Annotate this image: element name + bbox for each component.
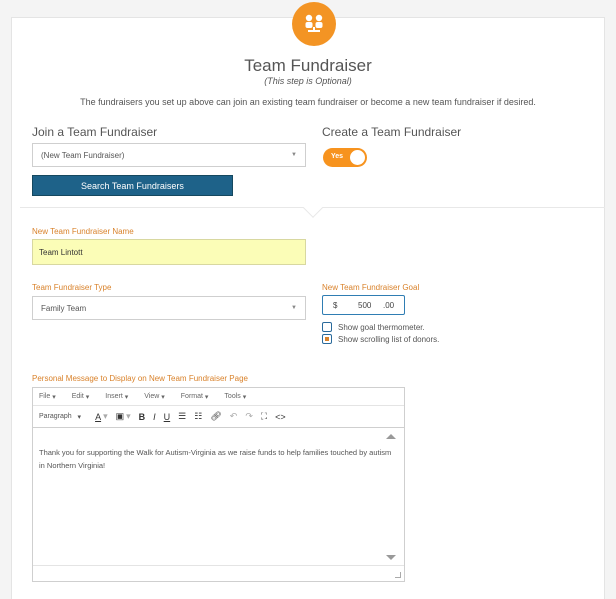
team-goal-label: New Team Fundraiser Goal [322, 283, 420, 292]
rich-text-editor[interactable]: File ▾ Edit ▾ Insert ▾ View ▾ Format ▾ T… [32, 387, 405, 582]
bold-icon[interactable]: B [139, 412, 146, 422]
team-goal-input[interactable]: $ 500 .00 [322, 295, 405, 315]
resize-handle-icon[interactable] [395, 572, 401, 578]
underline-icon[interactable]: U [164, 412, 171, 422]
text-color-icon[interactable]: A [95, 412, 101, 422]
team-name-input[interactable]: Team Lintott [32, 239, 306, 265]
editor-content[interactable]: Thank you for supporting the Walk for Au… [33, 428, 404, 566]
menu-edit[interactable]: Edit ▾ [72, 393, 90, 401]
show-donors-label: Show scrolling list of donors. [338, 335, 440, 344]
redo-icon[interactable]: ↷ [245, 411, 253, 422]
menu-insert[interactable]: Insert ▾ [105, 393, 128, 401]
goal-amount: 500 [358, 301, 372, 310]
chevron-down-icon: ▼ [291, 305, 297, 311]
goal-cents: .00 [383, 301, 395, 310]
team-name-label: New Team Fundraiser Name [32, 227, 134, 236]
create-team-toggle[interactable]: Yes [323, 148, 367, 167]
join-team-heading: Join a Team Fundraiser [32, 125, 158, 139]
show-donors-checkbox[interactable] [322, 334, 332, 344]
menu-format[interactable]: Format ▾ [181, 393, 209, 401]
toggle-knob [350, 150, 365, 165]
team-people-icon [305, 14, 323, 32]
editor-menubar: File ▾ Edit ▾ Insert ▾ View ▾ Format ▾ T… [33, 388, 404, 406]
chevron-down-icon[interactable]: ▾ [103, 411, 108, 422]
bullet-list-icon[interactable]: ☰ [178, 411, 186, 422]
page-title: Team Fundraiser [244, 56, 372, 75]
scroll-up-arrow-icon[interactable] [386, 434, 396, 439]
create-team-heading: Create a Team Fundraiser [322, 125, 462, 139]
personal-message-label: Personal Message to Display on New Team … [32, 374, 248, 383]
paragraph-format-select[interactable]: Paragraph ▾ [39, 413, 81, 421]
numbered-list-icon[interactable]: ☷ [194, 411, 202, 422]
goal-currency: $ [333, 301, 338, 310]
italic-icon[interactable]: I [153, 412, 156, 422]
chevron-down-icon[interactable]: ▾ [126, 411, 131, 422]
editor-toolbar: Paragraph ▾ A ▾ ▣ ▾ B I U ☰ ☷ 🔗︎ ↶ ↷ ⛶ <… [33, 406, 404, 428]
step-description: The fundraisers you set up above can joi… [80, 97, 536, 107]
team-logo [292, 2, 336, 46]
menu-view[interactable]: View ▾ [144, 393, 165, 401]
join-team-select-value: (New Team Fundraiser) [41, 150, 125, 160]
optional-note: (This step is Optional) [264, 76, 352, 86]
scroll-down-arrow-icon[interactable] [386, 555, 396, 560]
join-team-select[interactable]: (New Team Fundraiser) ▼ [32, 143, 306, 167]
show-thermometer-label: Show goal thermometer. [338, 323, 425, 332]
show-thermometer-checkbox[interactable] [322, 322, 332, 332]
chevron-down-icon: ▼ [291, 152, 297, 158]
toggle-label: Yes [331, 153, 344, 160]
menu-file[interactable]: File ▾ [39, 393, 56, 401]
background-color-icon[interactable]: ▣ [116, 411, 125, 422]
source-code-icon[interactable]: <> [275, 412, 286, 422]
menu-tools[interactable]: Tools ▾ [224, 393, 246, 401]
fullscreen-icon[interactable]: ⛶ [261, 411, 267, 422]
search-team-fundraisers-button[interactable]: Search Team Fundraisers [32, 175, 233, 196]
team-type-select[interactable]: Family Team ▼ [32, 296, 306, 320]
link-icon[interactable]: 🔗︎ [210, 411, 221, 422]
team-type-label: Team Fundraiser Type [32, 283, 112, 292]
team-type-select-value: Family Team [41, 303, 87, 313]
undo-icon[interactable]: ↶ [230, 411, 238, 422]
editor-statusbar [33, 565, 404, 581]
